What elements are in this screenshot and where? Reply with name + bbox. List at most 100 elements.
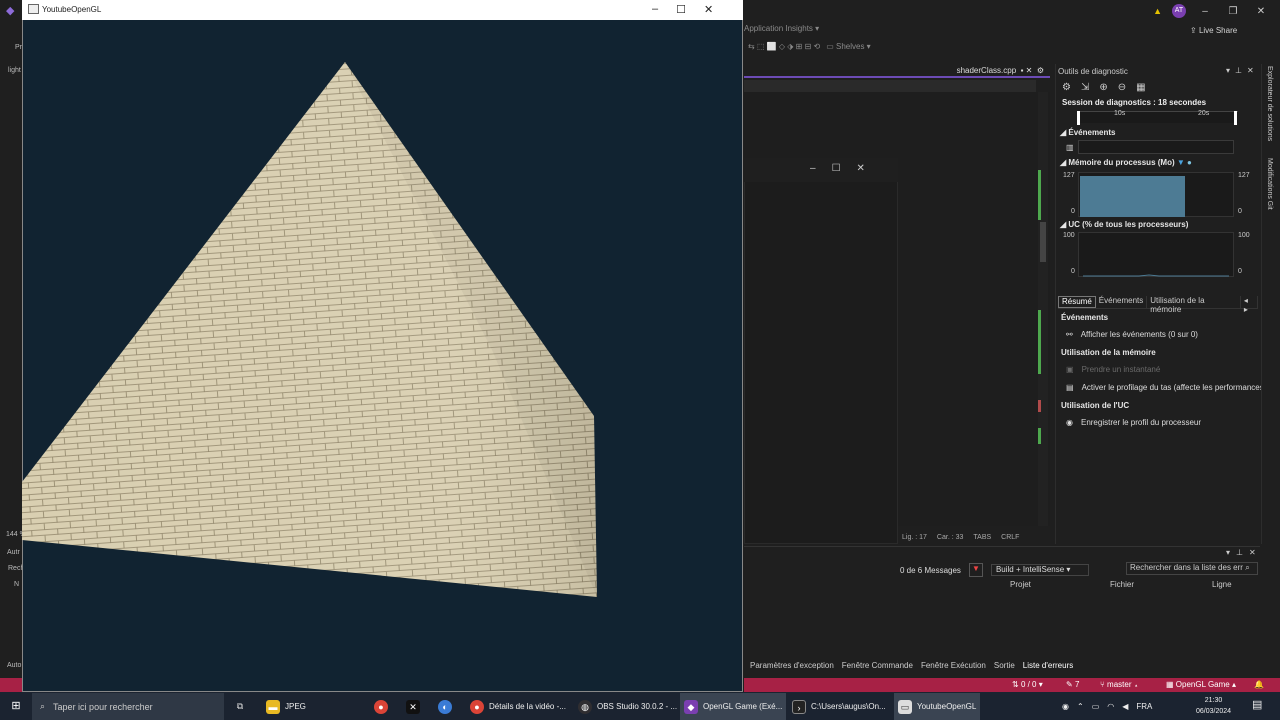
dropdown-icon[interactable]: ▾ (1226, 66, 1230, 75)
line-indicator[interactable]: Lig. : 17 (902, 534, 927, 541)
taskbar-app-visual-studio[interactable]: ◆ OpenGL Game (Exé... (680, 693, 787, 720)
col-file[interactable]: Fichier (1110, 580, 1134, 589)
maximize-button[interactable]: ☐ (676, 3, 686, 16)
start-button[interactable]: ⊞ (0, 693, 32, 720)
close-icon[interactable]: ✕ (1249, 548, 1256, 557)
edits-indicator[interactable]: ✎ 7 (1066, 680, 1079, 689)
cpu-section-toggle[interactable]: ◢ UC (% de tous les processeurs) (1060, 220, 1188, 229)
taskbar-app-video-details[interactable]: ● Détails de la vidéo -... (466, 693, 570, 720)
errors-indicator[interactable]: ⇅ 0 / 0 ▾ (1012, 680, 1043, 689)
language-indicator[interactable]: FRA (1136, 702, 1152, 711)
volume-icon[interactable]: ◀ (1122, 702, 1128, 711)
scrollbar-thumb[interactable] (1040, 222, 1046, 262)
editor-scrollbar[interactable] (1038, 92, 1048, 526)
app-insights-button[interactable]: Application Insights ▾ (744, 24, 819, 33)
pin-icon[interactable]: ⊥ (1236, 548, 1243, 557)
close-button[interactable]: ✕ (704, 3, 713, 16)
vs-minimize-button[interactable]: – (1196, 6, 1214, 17)
col-indicator[interactable]: Car. : 33 (937, 534, 963, 541)
shelves-button[interactable]: ▭ Shelves ▾ (826, 42, 871, 51)
tab-command-window[interactable]: Fenêtre Commande (842, 661, 913, 670)
tab-immediate-window[interactable]: Fenêtre Exécution (921, 661, 986, 670)
toolbar-icons[interactable]: ⇆ ⬚ ⬜ ◇ ⬗ ⊞ ⊟ ⟲ (748, 42, 820, 51)
taskbar-app-jpeg[interactable]: ▬ JPEG (262, 693, 310, 720)
avatar[interactable]: AT (1172, 4, 1186, 18)
taskbar-app-chrome[interactable]: ● (370, 693, 392, 720)
battery-icon[interactable]: ▭ (1092, 702, 1100, 711)
crlf-indicator[interactable]: CRLF (1001, 534, 1019, 541)
taskbar-search[interactable]: ⌕ Taper ici pour rechercher (32, 693, 224, 720)
clock[interactable]: 21:30 06/03/2024 (1196, 695, 1231, 717)
tab-shaderclass[interactable]: shaderClass.cpp ▪ ✕ ⚙ (957, 66, 1044, 75)
chevron-up-icon[interactable]: ⌃ (1077, 702, 1084, 711)
messages-filter[interactable]: 0 de 6 Messages (900, 566, 961, 575)
taskbar-app-youtubeopengl[interactable]: ▭ YoutubeOpenGL (894, 693, 981, 720)
heap-profiling-button[interactable]: ▤ Activer le profilage du tas (affecte le… (1066, 383, 1264, 392)
close-button[interactable]: ✕ (857, 163, 865, 174)
export-icon[interactable]: ⇲ (1081, 82, 1089, 93)
notifications-icon[interactable]: 🔔 (1254, 680, 1264, 689)
timeline-start-marker[interactable] (1077, 111, 1080, 125)
taskbar-app-console[interactable]: › C:\Users\augus\On... (788, 693, 890, 720)
taskbar-app-capcut[interactable]: ✕ (402, 693, 424, 720)
pin-icon[interactable]: ⊥ (1235, 66, 1242, 75)
solution-explorer-tab[interactable]: Explorateur de solutions (1266, 66, 1273, 141)
col-line[interactable]: Ligne (1212, 580, 1232, 589)
filter-icon[interactable]: ▼ (968, 563, 983, 577)
memory-section-toggle[interactable]: ◢ Mémoire du processus (Mo) ▼ ● (1060, 158, 1192, 167)
tab-scroll-arrows[interactable]: ◂ ▸ (1241, 296, 1258, 314)
close-icon[interactable]: ✕ (1247, 66, 1254, 75)
dropdown-icon[interactable]: ▾ (1226, 548, 1230, 557)
tab-exception-settings[interactable]: Paramètres d'exception (750, 661, 834, 670)
pause-icon[interactable]: ▥ (1066, 143, 1074, 152)
tab-events[interactable]: Événements (1096, 296, 1148, 308)
wifi-icon[interactable]: ◠ (1107, 702, 1114, 711)
tab-memory[interactable]: Utilisation de la mémoire (1147, 296, 1241, 314)
search-icon: ⌕ (1245, 563, 1250, 572)
camera-icon: ▣ (1066, 365, 1074, 374)
select-icon[interactable]: ▦ (1136, 82, 1145, 93)
warning-icon[interactable]: ▲ (1153, 6, 1162, 16)
task-view-icon[interactable]: ⧉ (232, 693, 248, 720)
minimize-button[interactable]: – (652, 3, 658, 16)
timeline-end-marker[interactable] (1234, 111, 1237, 125)
taskbar-app-firefox[interactable]: ◐ (434, 693, 456, 720)
tab-resume[interactable]: Résumé (1058, 296, 1096, 308)
settings-icon[interactable]: ⚙ (1062, 82, 1071, 93)
left-remnant: Pr (15, 44, 22, 51)
snapshot-button[interactable]: ▣ Prendre un instantané (1066, 365, 1160, 374)
vs-restore-button[interactable]: ❐ (1224, 6, 1242, 17)
cpu-profile-button[interactable]: ◉ Enregistrer le profil du processeur (1066, 418, 1201, 427)
camera-icon[interactable]: ◉ (1062, 702, 1069, 711)
memory-axis-min-right: 0 (1238, 208, 1242, 215)
timeline[interactable] (1078, 111, 1238, 123)
change-marker (1038, 310, 1041, 374)
render-viewport[interactable] (22, 20, 743, 692)
tab-error-list[interactable]: Liste d'erreurs (1023, 661, 1073, 670)
live-share-button[interactable]: ⇪ Live Share (1190, 26, 1237, 35)
build-scope-select[interactable]: Build + IntelliSense ▾ (990, 564, 1089, 576)
col-project[interactable]: Projet (1010, 580, 1031, 589)
system-tray: ◉ ⌃ ▭ ◠ ◀ FRA (1062, 693, 1152, 720)
tab-output[interactable]: Sortie (994, 661, 1015, 670)
show-events-link[interactable]: ⚯ Afficher les événements (0 sur 0) (1066, 330, 1198, 339)
diagnostics-tabs: Résumé Événements Utilisation de la mémo… (1058, 296, 1258, 314)
vs-close-button[interactable]: ✕ (1252, 6, 1270, 17)
tabs-indicator[interactable]: TABS (973, 534, 991, 541)
editor-navigation-bar[interactable] (744, 80, 1036, 92)
project-selector[interactable]: ▦ OpenGL Game ▴ (1166, 680, 1236, 689)
notification-icon[interactable]: ▤ (1252, 698, 1262, 711)
git-changes-tab[interactable]: Modifications Git (1266, 158, 1273, 210)
zoom-in-icon[interactable]: ⊕ (1099, 82, 1107, 93)
taskbar-app-obs[interactable]: ◍ OBS Studio 30.0.2 - ... (574, 693, 681, 720)
error-search-input[interactable]: Rechercher dans la liste des err ⌕ (1126, 562, 1258, 575)
errors-count: 0 / 0 (1020, 680, 1037, 689)
zoom-out-icon[interactable]: ⊖ (1118, 82, 1126, 93)
left-remnant: Autr (7, 549, 20, 556)
branch-selector[interactable]: ⑂ master ▴ (1100, 680, 1139, 689)
events-section-toggle[interactable]: ◢ Événements (1060, 128, 1116, 137)
minimize-button[interactable]: – (810, 163, 816, 174)
events-track[interactable] (1078, 140, 1234, 154)
filter-icon[interactable]: ▼ (1177, 158, 1185, 167)
maximize-button[interactable]: ☐ (832, 163, 841, 174)
